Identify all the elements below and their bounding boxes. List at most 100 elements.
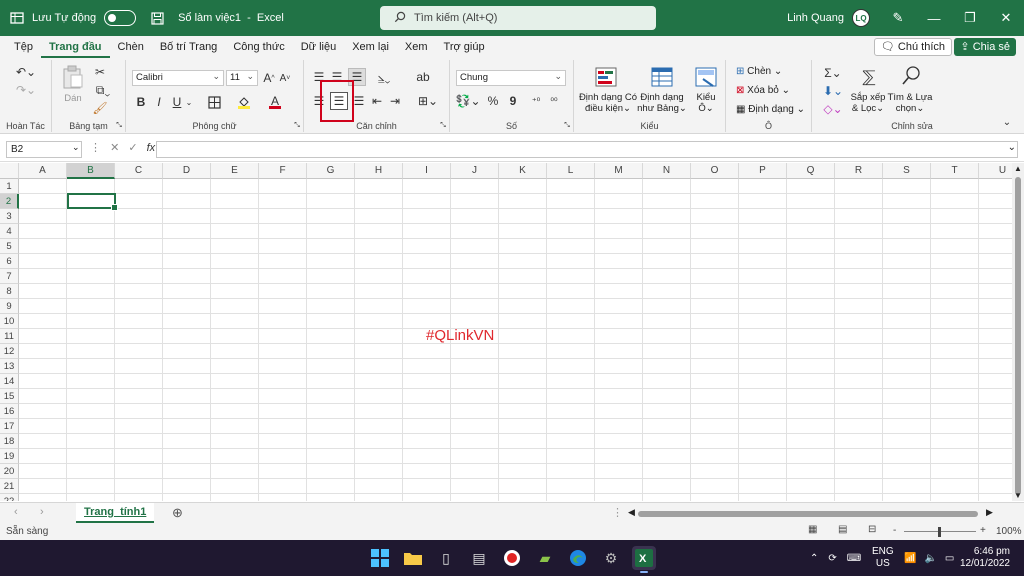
zoom-slider-thumb[interactable] xyxy=(938,527,941,537)
clear-icon[interactable]: ◇⌄ xyxy=(822,102,844,116)
language-indicator[interactable]: ENG US xyxy=(872,540,894,576)
select-all-corner[interactable] xyxy=(0,163,19,179)
align-right-icon[interactable]: ☰ xyxy=(352,94,366,108)
delete-cells-button[interactable]: ⊠ Xóa bỏ ⌄ xyxy=(736,85,790,96)
column-header[interactable]: J xyxy=(451,163,499,179)
row-header[interactable]: 12 xyxy=(0,344,19,359)
row-header[interactable]: 11 xyxy=(0,329,19,344)
column-header[interactable]: E xyxy=(211,163,259,179)
column-header[interactable]: B xyxy=(67,163,115,179)
row-header[interactable]: 15 xyxy=(0,389,19,404)
clipboard-launcher-icon[interactable]: ⤡ xyxy=(115,122,123,130)
wifi-icon[interactable]: 📶 xyxy=(904,553,916,564)
cancel-icon[interactable]: ✕ xyxy=(110,142,119,154)
sync-icon[interactable]: ⟳ xyxy=(828,553,836,564)
more-icon[interactable]: ⋮ xyxy=(90,142,101,154)
percent-button[interactable]: % xyxy=(486,94,500,108)
number-format-select[interactable]: Chung xyxy=(456,69,566,86)
italic-button[interactable]: I xyxy=(152,94,166,110)
horizontal-scroll-thumb[interactable] xyxy=(638,511,978,517)
tab-file[interactable]: Tệp xyxy=(6,36,41,58)
column-header[interactable]: P xyxy=(739,163,787,179)
copy-icon[interactable]: ⧉⌄ xyxy=(92,82,114,98)
autosum-icon[interactable]: Σ⌄ xyxy=(822,66,844,80)
tab-insert[interactable]: Chèn xyxy=(110,36,152,58)
zoom-level[interactable]: 100% xyxy=(996,526,1022,537)
sheet-next-icon[interactable]: › xyxy=(40,506,44,518)
user-name[interactable]: Linh Quang xyxy=(787,12,844,24)
insert-cells-button[interactable]: ⊞ Chèn ⌄ xyxy=(736,66,782,77)
save-icon[interactable] xyxy=(150,11,164,25)
underline-dropdown-icon[interactable]: ⌄ xyxy=(184,94,194,110)
sort-filter-icon[interactable]: ⅀ xyxy=(858,66,880,88)
phone-icon[interactable]: ▯ xyxy=(434,546,458,570)
underline-button[interactable]: U xyxy=(170,94,184,110)
settings-icon[interactable]: ⚙ xyxy=(599,546,623,570)
conditional-format-button[interactable]: Định dạng Có điều kiện⌄ xyxy=(576,92,640,114)
increase-indent-icon[interactable]: ⇥ xyxy=(388,94,402,108)
zoom-out-button[interactable]: - xyxy=(893,525,896,536)
sheet-file-icon[interactable] xyxy=(10,11,24,25)
fill-color-icon[interactable] xyxy=(232,94,256,110)
column-header[interactable]: F xyxy=(259,163,307,179)
column-header[interactable]: H xyxy=(355,163,403,179)
tab-page-layout[interactable]: Bố trí Trang xyxy=(152,36,225,58)
column-header[interactable]: G xyxy=(307,163,355,179)
row-header[interactable]: 6 xyxy=(0,254,19,269)
column-header[interactable]: C xyxy=(115,163,163,179)
name-box[interactable]: B2 xyxy=(6,141,82,158)
tab-data[interactable]: Dữ liệu xyxy=(293,36,345,58)
tab-formulas[interactable]: Công thức xyxy=(225,36,292,58)
cut-icon[interactable]: ✂ xyxy=(92,64,108,80)
undo-icon[interactable]: ↶⌄ xyxy=(14,64,38,80)
find-select-button[interactable]: Tìm & Lựa chọn⌄ xyxy=(886,92,934,114)
vertical-scroll-thumb[interactable] xyxy=(1015,177,1021,495)
column-header[interactable]: Q xyxy=(787,163,835,179)
column-header[interactable]: R xyxy=(835,163,883,179)
column-header[interactable]: S xyxy=(883,163,931,179)
fx-icon[interactable]: fx xyxy=(147,142,156,154)
cell-styles-icon[interactable] xyxy=(694,66,718,88)
comments-button[interactable]: 🗨 Chú thích xyxy=(873,38,952,56)
row-header[interactable]: 13 xyxy=(0,359,19,374)
file-explorer-icon[interactable] xyxy=(401,546,425,570)
sheet-tab[interactable]: Trang_tính1 xyxy=(76,503,155,523)
orientation-icon[interactable]: ⦥⌄ xyxy=(372,70,396,84)
column-header[interactable]: N xyxy=(643,163,691,179)
windows-start-icon[interactable] xyxy=(368,546,392,570)
row-header[interactable]: 4 xyxy=(0,224,19,239)
alignment-launcher-icon[interactable]: ⤡ xyxy=(439,122,447,130)
row-header[interactable]: 21 xyxy=(0,479,19,494)
selected-cell[interactable] xyxy=(67,193,118,211)
font-name-select[interactable]: Calibri xyxy=(132,69,224,86)
tab-help[interactable]: Trợ giúp xyxy=(436,36,493,58)
collapse-ribbon-icon[interactable]: ⌄ xyxy=(1002,116,1012,128)
edge-browser-icon[interactable] xyxy=(566,546,590,570)
record-icon[interactable] xyxy=(500,546,524,570)
column-header[interactable]: I xyxy=(403,163,451,179)
font-color-icon[interactable]: A xyxy=(264,94,286,110)
row-header[interactable]: 2 xyxy=(0,194,19,209)
row-header[interactable]: 5 xyxy=(0,239,19,254)
conditional-format-icon[interactable] xyxy=(594,66,618,88)
row-header[interactable]: 8 xyxy=(0,284,19,299)
row-header[interactable]: 16 xyxy=(0,404,19,419)
volume-icon[interactable]: 🔈 xyxy=(924,553,936,564)
cell-styles-button[interactable]: Kiểu Ô⌄ xyxy=(690,92,722,114)
name-box-dropdown-icon[interactable]: ⌄ xyxy=(72,142,80,153)
scroll-left-icon[interactable]: ◀ xyxy=(628,507,635,518)
format-as-table-button[interactable]: Định dạng như Bảng⌄ xyxy=(636,92,688,114)
number-launcher-icon[interactable]: ⤡ xyxy=(563,122,571,130)
merge-center-icon[interactable]: ⊞⌄ xyxy=(416,94,440,108)
add-sheet-button[interactable]: ⊕ xyxy=(172,505,183,521)
page-break-view-icon[interactable]: ⊟ xyxy=(868,524,876,535)
font-launcher-icon[interactable]: ⤡ xyxy=(293,122,301,130)
column-header[interactable]: U xyxy=(979,163,1012,179)
column-header[interactable]: O xyxy=(691,163,739,179)
scroll-down-icon[interactable]: ▼ xyxy=(1014,491,1022,500)
column-header[interactable]: M xyxy=(595,163,643,179)
format-as-table-icon[interactable] xyxy=(650,66,674,88)
column-header[interactable]: T xyxy=(931,163,979,179)
expand-formula-icon[interactable]: ⌄ xyxy=(1008,142,1016,153)
avatar[interactable]: LQ xyxy=(852,9,870,27)
